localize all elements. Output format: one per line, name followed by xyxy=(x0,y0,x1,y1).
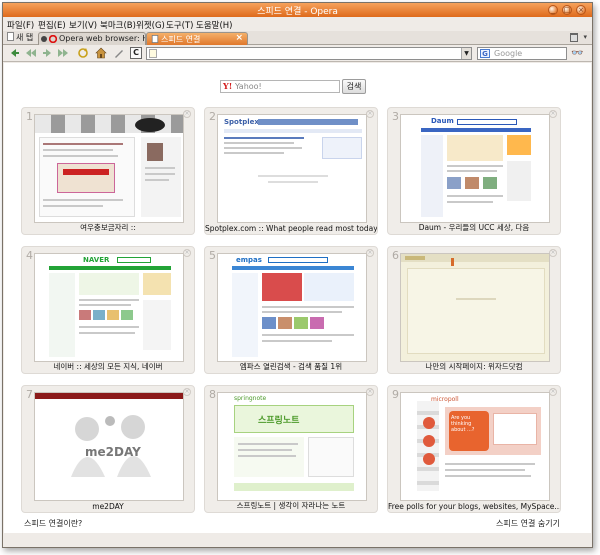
speed-dial-tile[interactable]: 6 × 나만의 시작페이지: 위자드닷컴 xyxy=(387,246,561,374)
title-bar: 스피드 연결 - Opera _ □ × xyxy=(3,3,592,17)
tile-caption: 네이버 :: 세상의 모든 지식, 네이버 xyxy=(53,362,163,371)
tile-thumbnail xyxy=(400,253,550,362)
page-icon xyxy=(151,35,159,43)
tile-caption: 나만의 시작페이지: 위자드닷컴 xyxy=(425,362,523,371)
tile-number: 4 xyxy=(26,249,33,262)
tile-thumbnail: me2DAY xyxy=(34,392,184,501)
tab-bar: 새 탭 Opera web browser: H... 스피드 연결 × ▾ xyxy=(3,31,592,45)
new-tab-label: 새 탭 xyxy=(16,33,34,42)
speed-dial-tile[interactable]: 4 × NAVER 네이버 :: 세상의 모든 지식, 네이버 xyxy=(21,246,195,374)
tile-caption: 스프링노트 | 생각이 자라나는 노트 xyxy=(236,501,346,510)
menu-bookmarks[interactable]: 북마크(B) xyxy=(100,19,136,31)
new-tab-button[interactable]: 새 탭 xyxy=(7,32,33,44)
tile-number: 5 xyxy=(209,249,216,262)
speed-dial-tile[interactable]: 8 × springnote 스프링노트 스프링노트 | 생각이 자라나는 노트 xyxy=(204,385,378,513)
home-icon[interactable] xyxy=(95,47,107,59)
close-tab-icon[interactable]: × xyxy=(235,33,243,43)
tile-number: 9 xyxy=(392,388,399,401)
close-icon[interactable]: × xyxy=(549,388,557,396)
speed-dial-tile[interactable]: 3 × Daum Daum - 우리들의 UCC 세상, 다음 xyxy=(387,107,561,235)
tile-number: 7 xyxy=(26,388,33,401)
menu-file[interactable]: 파일(F) xyxy=(7,19,34,31)
tile-thumbnail: Spotplex xyxy=(217,114,367,223)
content-blocker-icon[interactable]: C xyxy=(130,47,142,59)
tile-caption: 엠파스 열린검색 - 검색 품질 1위 xyxy=(239,362,343,371)
google-icon[interactable]: G xyxy=(480,49,490,58)
menu-bar: 파일(F) 편집(E) 보기(V) 북마크(B) 위젯(G) 도구(T) 도움말… xyxy=(3,17,592,31)
search-button[interactable]: 검색 xyxy=(342,79,366,94)
close-icon[interactable]: × xyxy=(366,249,374,257)
menu-tools[interactable]: 도구(T) xyxy=(166,19,193,31)
close-icon[interactable]: × xyxy=(183,388,191,396)
tile-caption: Spotplex.com :: What people read most to… xyxy=(205,224,377,233)
tab-label: 스피드 연결 xyxy=(161,35,201,44)
close-icon[interactable]: × xyxy=(366,110,374,118)
window-title: 스피드 연결 - Opera xyxy=(257,7,338,17)
tab-status-icon xyxy=(41,36,47,42)
reload-icon[interactable] xyxy=(77,47,89,59)
speed-dial-tile[interactable]: 5 × empas 엠파스 열린검색 - 검색 품질 1위 xyxy=(204,246,378,374)
tile-number: 1 xyxy=(26,110,33,123)
minimize-button[interactable]: _ xyxy=(548,5,558,15)
opera-logo-icon xyxy=(49,35,57,43)
maximize-button[interactable]: □ xyxy=(562,5,572,15)
close-icon[interactable]: × xyxy=(549,249,557,257)
speed-dial-tile[interactable]: 1 × 여우충보금자리 :: xyxy=(21,107,195,235)
trash-icon[interactable] xyxy=(570,33,578,42)
tile-thumbnail: empas xyxy=(217,253,367,362)
search-field[interactable]: G Google xyxy=(477,47,567,60)
close-icon[interactable]: × xyxy=(549,110,557,118)
forward-icon[interactable] xyxy=(41,47,53,59)
navigation-toolbar: C ▼ G Google 👓 xyxy=(3,45,592,62)
menu-widgets[interactable]: 위젯(G) xyxy=(136,19,165,31)
tab-speed-dial[interactable]: 스피드 연결 × xyxy=(146,32,248,45)
tab-label: Opera web browser: H... xyxy=(59,34,145,43)
close-icon[interactable]: × xyxy=(183,110,191,118)
menu-view[interactable]: 보기(V) xyxy=(69,19,97,31)
new-tab-icon xyxy=(7,32,14,41)
tile-caption: Free polls for your blogs, websites, MyS… xyxy=(388,502,560,511)
speed-dial-tile[interactable]: 7 × me2DAY me2DAY xyxy=(21,385,195,513)
tile-caption: me2DAY xyxy=(92,502,124,511)
glasses-icon[interactable]: 👓 xyxy=(571,48,583,59)
tile-thumbnail: springnote 스프링노트 xyxy=(217,392,367,501)
speed-dial-tile[interactable]: 9 × micropoll Are you thinking about ...… xyxy=(387,385,561,513)
yahoo-icon: Y! xyxy=(223,81,233,91)
browser-window: 스피드 연결 - Opera _ □ × 파일(F) 편집(E) 보기(V) 북… xyxy=(2,2,593,548)
back-icon[interactable] xyxy=(9,47,21,59)
speed-dial-tile[interactable]: 2 × Spotplex Spotplex.com :: What people… xyxy=(204,107,378,235)
menu-edit[interactable]: 편집(E) xyxy=(38,19,66,31)
chevron-down-icon[interactable]: ▼ xyxy=(461,48,471,59)
chevron-down-icon[interactable]: ▾ xyxy=(583,33,587,41)
about-speed-dial-link[interactable]: 스피드 연결이란? xyxy=(24,518,82,529)
page-icon xyxy=(149,49,157,58)
speed-dial-page: Y! Yahoo! 검색 1 × 여우충보금자리:: 2 × Spotplex… xyxy=(4,63,591,533)
tile-thumbnail: Daum xyxy=(400,114,550,223)
close-icon[interactable]: × xyxy=(366,388,374,396)
tile-number: 2 xyxy=(209,110,216,123)
tile-thumbnail: NAVER xyxy=(34,253,184,362)
menu-help[interactable]: 도움말(H) xyxy=(196,19,232,31)
address-bar[interactable]: ▼ xyxy=(146,47,472,60)
tile-caption: Daum - 우리들의 UCC 세상, 다음 xyxy=(418,223,530,232)
tile-thumbnail xyxy=(34,114,184,223)
search-placeholder: Yahoo! xyxy=(235,82,262,91)
close-window-button[interactable]: × xyxy=(576,5,586,15)
tab-opera-web-browser[interactable]: Opera web browser: H... xyxy=(38,32,146,45)
rewind-icon[interactable] xyxy=(25,47,37,59)
tile-number: 8 xyxy=(209,388,216,401)
yahoo-search-input[interactable]: Y! Yahoo! xyxy=(220,80,340,93)
search-placeholder: Google xyxy=(494,49,523,58)
tile-number: 6 xyxy=(392,249,399,262)
tile-number: 3 xyxy=(392,110,399,123)
tile-caption: 여우충보금자리 :: xyxy=(80,223,136,232)
pencil-icon[interactable] xyxy=(113,47,125,59)
hide-speed-dial-link[interactable]: 스피드 연결 숨기기 xyxy=(496,518,560,529)
close-icon[interactable]: × xyxy=(183,249,191,257)
tile-thumbnail: micropoll Are you thinking about ...? xyxy=(400,392,550,501)
fast-forward-icon[interactable] xyxy=(57,47,69,59)
